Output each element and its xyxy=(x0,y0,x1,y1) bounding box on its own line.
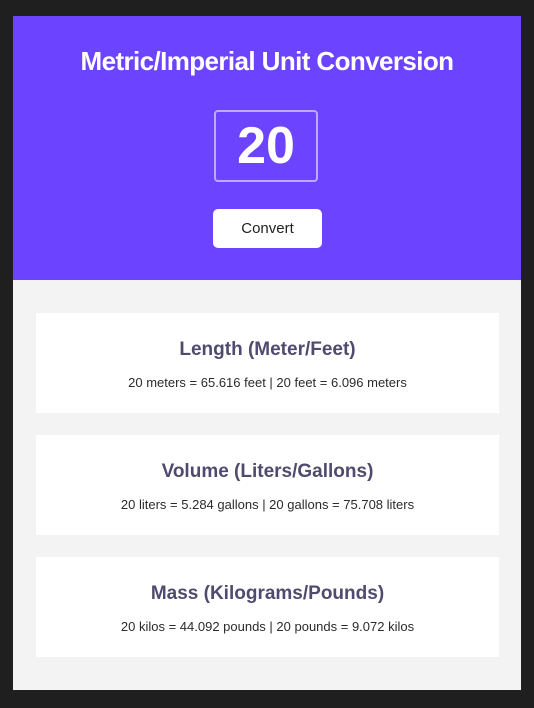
mass-result-panel: Mass (Kilograms/Pounds) 20 kilos = 44.09… xyxy=(36,557,499,657)
mass-conversion-text: 20 kilos = 44.092 pounds | 20 pounds = 9… xyxy=(120,619,415,634)
volume-result-panel: Volume (Liters/Gallons) 20 liters = 5.28… xyxy=(36,435,499,535)
convert-button[interactable]: Convert xyxy=(213,209,322,248)
results-list: Length (Meter/Feet) 20 meters = 65.616 f… xyxy=(36,313,499,679)
page-title: Metric/Imperial Unit Conversion xyxy=(80,46,455,76)
number-input[interactable]: 20 xyxy=(214,110,318,182)
length-conversion-text: 20 meters = 65.616 feet | 20 feet = 6.09… xyxy=(128,375,407,390)
length-result-panel: Length (Meter/Feet) 20 meters = 65.616 f… xyxy=(36,313,499,413)
volume-title: Volume (Liters/Gallons) xyxy=(161,461,374,482)
header-section: Metric/Imperial Unit Conversion 20 Conve… xyxy=(13,16,521,280)
converter-card: Metric/Imperial Unit Conversion 20 Conve… xyxy=(13,16,521,690)
volume-conversion-text: 20 liters = 5.284 gallons | 20 gallons =… xyxy=(120,497,415,512)
length-title: Length (Meter/Feet) xyxy=(179,339,356,360)
mass-title: Mass (Kilograms/Pounds) xyxy=(150,583,385,604)
